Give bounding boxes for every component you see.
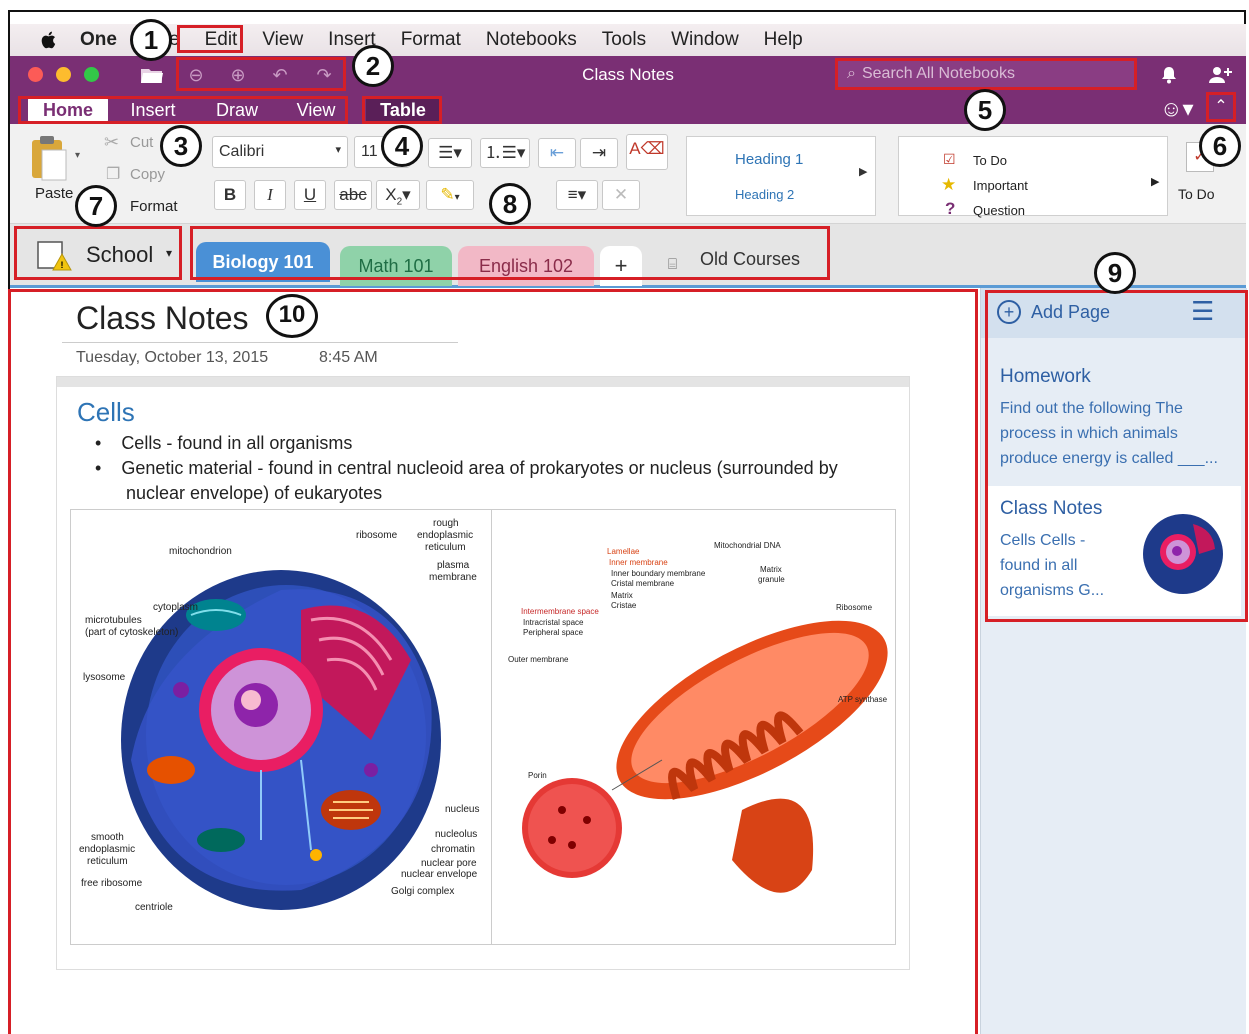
callout-9: 9 — [1094, 252, 1136, 294]
question-icon: ? — [945, 199, 956, 218]
callout-5: 5 — [964, 89, 1006, 131]
subscript-button[interactable]: X2▾ — [376, 180, 420, 210]
annotation-box-page-list — [985, 290, 1248, 622]
annotation-box-sections — [190, 226, 830, 280]
annotation-box-file-menu — [177, 25, 243, 53]
todo-tag-button-label[interactable]: To Do — [1178, 186, 1215, 202]
annotation-box-collapse — [1206, 92, 1236, 122]
decrease-indent-button[interactable]: ⇤ — [538, 138, 576, 168]
star-icon: ★ — [941, 175, 957, 194]
increase-indent-button[interactable]: ⇥ — [580, 138, 618, 168]
bullet-list-button[interactable]: ☰▾ — [428, 138, 472, 168]
copy-icon: ❐ — [106, 166, 121, 183]
tag-important[interactable]: Important — [973, 178, 1028, 193]
app-name[interactable]: One — [80, 29, 117, 51]
menu-notebooks[interactable]: Notebooks — [486, 29, 577, 51]
font-name-value: Calibri — [219, 143, 265, 160]
paste-dropdown-icon[interactable]: ▾ — [75, 150, 80, 161]
callout-10: 10 — [266, 294, 318, 338]
annotation-box-table-tab — [362, 96, 442, 124]
bold-button[interactable]: B — [214, 180, 246, 210]
styles-more-icon[interactable]: ▶ — [859, 165, 867, 178]
scissors-icon: ✂ — [104, 132, 120, 152]
tags-gallery[interactable]: ☑ To Do ★ Important ? Question ▶ — [898, 136, 1168, 218]
annotation-box-navigation — [176, 57, 346, 91]
delete-icon[interactable]: ✕ — [602, 180, 640, 210]
menu-format[interactable]: Format — [401, 29, 461, 51]
callout-1: 1 — [130, 19, 172, 61]
subscript-label: X — [385, 185, 397, 204]
annotation-box-ribbon-tabs — [18, 96, 348, 124]
callout-7: 7 — [75, 185, 117, 227]
strikethrough-button[interactable]: abc — [334, 180, 372, 210]
font-size-value: 11 — [361, 143, 378, 160]
tag-to-do[interactable]: To Do — [973, 153, 1007, 168]
share-add-person-icon[interactable] — [1208, 65, 1234, 85]
menu-view[interactable]: View — [262, 29, 303, 51]
callout-2: 2 — [352, 45, 394, 87]
paste-clipboard-icon[interactable] — [28, 134, 68, 182]
annotation-box-notebook — [14, 226, 182, 280]
highlight-button[interactable]: ✎▾ — [426, 180, 474, 210]
paste-label[interactable]: Paste — [35, 185, 73, 202]
format-painter-button[interactable]: Format — [130, 198, 178, 215]
font-name-select[interactable]: Calibri ▾ — [212, 136, 348, 168]
cut-button[interactable]: Cut — [130, 134, 153, 151]
style-heading-2[interactable]: Heading 2 — [735, 187, 794, 202]
apple-icon[interactable] — [38, 29, 60, 51]
styles-gallery[interactable]: Heading 1 Heading 2 ▶ — [686, 136, 876, 216]
underline-button[interactable]: U — [294, 180, 326, 210]
emoji-feedback-icon[interactable]: ☺▾ — [1160, 96, 1194, 122]
numbered-list-button[interactable]: ⒈☰▾ — [480, 138, 530, 168]
callout-4: 4 — [381, 125, 423, 167]
style-heading-1[interactable]: Heading 1 — [735, 151, 803, 168]
chevron-down-icon: ▾ — [335, 144, 341, 156]
clear-formatting-icon[interactable]: A⌫ — [626, 134, 668, 170]
callout-3: 3 — [160, 125, 202, 167]
notification-bell-icon[interactable] — [1160, 65, 1178, 85]
highlighter-icon: ✎ — [440, 185, 455, 204]
menu-window[interactable]: Window — [671, 29, 739, 51]
menu-help[interactable]: Help — [764, 29, 803, 51]
menu-tools[interactable]: Tools — [602, 29, 646, 51]
tags-more-icon[interactable]: ▶ — [1151, 175, 1159, 188]
todo-checkbox-icon: ☑ — [943, 151, 956, 167]
callout-6: 6 — [1199, 125, 1241, 167]
annotation-box-search — [835, 58, 1137, 90]
tag-question[interactable]: Question — [973, 203, 1025, 218]
annotation-box-page-content — [8, 289, 978, 1034]
italic-button[interactable]: I — [254, 180, 286, 210]
align-button[interactable]: ≡▾ — [556, 180, 598, 210]
copy-button[interactable]: Copy — [130, 166, 165, 183]
callout-8: 8 — [489, 183, 531, 225]
